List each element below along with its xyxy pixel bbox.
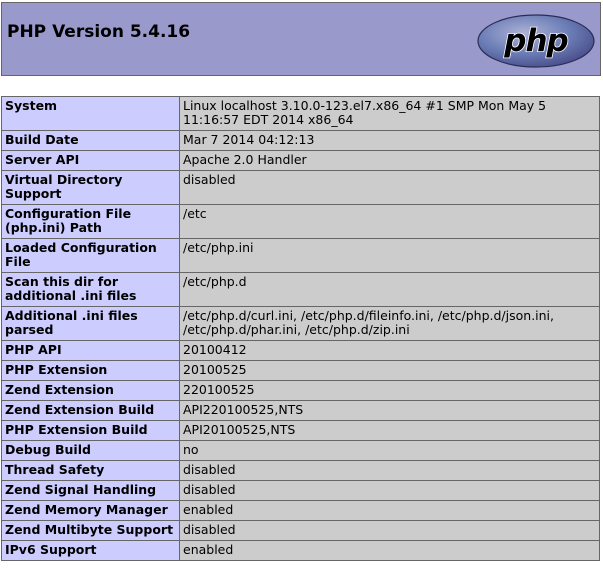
row-value: disabled (179, 170, 600, 205)
table-row: Debug Build no (1, 440, 600, 461)
row-value: disabled (179, 480, 600, 501)
row-value: /etc/php.d/curl.ini, /etc/php.d/fileinfo… (179, 306, 600, 341)
row-key: PHP API (1, 340, 180, 361)
row-key: Configuration File (php.ini) Path (1, 204, 180, 239)
php-logo-icon[interactable]: php (476, 13, 596, 69)
row-key: Zend Signal Handling (1, 480, 180, 501)
row-key: Zend Multibyte Support (1, 520, 180, 541)
row-value: 20100412 (179, 340, 600, 361)
table-row: Scan this dir for additional .ini files /… (1, 272, 600, 307)
row-key: Additional .ini files parsed (1, 306, 180, 341)
row-value: Linux localhost 3.10.0-123.el7.x86_64 #1… (179, 96, 600, 131)
row-value: API20100525,NTS (179, 420, 600, 441)
table-row: Zend Signal Handling disabled (1, 480, 600, 501)
table-row: Zend Multibyte Support disabled (1, 520, 600, 541)
table-row: PHP Extension Build API20100525,NTS (1, 420, 600, 441)
table-row: PHP Extension 20100525 (1, 360, 600, 381)
row-key: Debug Build (1, 440, 180, 461)
row-key: Zend Memory Manager (1, 500, 180, 521)
table-row: Zend Extension 220100525 (1, 380, 600, 401)
table-row: Server API Apache 2.0 Handler (1, 150, 600, 171)
table-row: System Linux localhost 3.10.0-123.el7.x86… (1, 96, 600, 131)
row-value: enabled (179, 500, 600, 521)
table-row: Configuration File (php.ini) Path/etc (1, 204, 600, 239)
row-value: Apache 2.0 Handler (179, 150, 600, 171)
row-value: Mar 7 2014 04:12:13 (179, 130, 600, 151)
row-key: Server API (1, 150, 180, 171)
row-key: IPv6 Support (1, 540, 180, 561)
table-row: IPv6 Support enabled (1, 540, 600, 561)
header-banner: PHP Version 5.4.16 php (1, 2, 601, 76)
row-value: /etc/php.d (179, 272, 600, 307)
row-value: disabled (179, 460, 600, 481)
table-row: Thread Safety disabled (1, 460, 600, 481)
row-key: System (1, 96, 180, 131)
row-value: /etc (179, 204, 600, 239)
row-value: disabled (179, 520, 600, 541)
row-value: 220100525 (179, 380, 600, 401)
row-key: PHP Extension Build (1, 420, 180, 441)
page-title: PHP Version 5.4.16 (7, 22, 191, 42)
info-table: System Linux localhost 3.10.0-123.el7.x86… (1, 96, 600, 561)
row-value: /etc/php.ini (179, 238, 600, 273)
row-value: no (179, 440, 600, 461)
row-key: Build Date (1, 130, 180, 151)
table-row: Loaded Configuration File/etc/php.ini (1, 238, 600, 273)
phpinfo-page: PHP Version 5.4.16 php System Linux local… (0, 0, 603, 579)
php-logo-text: php (503, 23, 567, 59)
table-row: Additional .ini files parsed/etc/php.d/c… (1, 306, 600, 341)
row-key: Zend Extension Build (1, 400, 180, 421)
table-row: Zend Memory Manager enabled (1, 500, 600, 521)
row-key: Scan this dir for additional .ini files (1, 272, 180, 307)
table-row: Virtual Directory Support disabled (1, 170, 600, 205)
row-value: enabled (179, 540, 600, 561)
row-key: PHP Extension (1, 360, 180, 381)
row-key: Virtual Directory Support (1, 170, 180, 205)
row-key: Thread Safety (1, 460, 180, 481)
table-row: PHP API 20100412 (1, 340, 600, 361)
row-value: 20100525 (179, 360, 600, 381)
table-row: Build Date Mar 7 2014 04:12:13 (1, 130, 600, 151)
row-value: API220100525,NTS (179, 400, 600, 421)
table-row: Zend Extension Build API220100525,NTS (1, 400, 600, 421)
row-key: Zend Extension (1, 380, 180, 401)
row-key: Loaded Configuration File (1, 238, 180, 273)
